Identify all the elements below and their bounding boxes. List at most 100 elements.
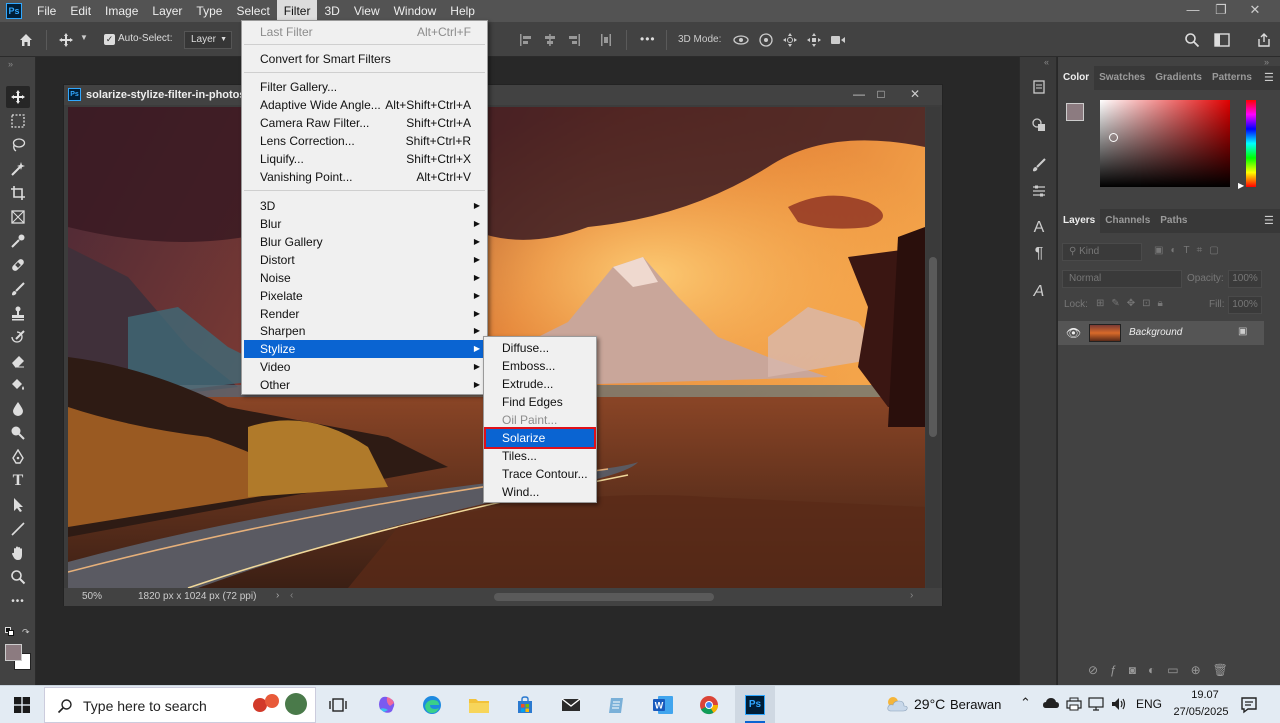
copilot-icon[interactable] [367,686,407,723]
last-filter-item[interactable]: Last Filter Alt+Ctrl+F [244,23,485,41]
share-icon[interactable] [1254,30,1274,50]
printer-icon[interactable] [1066,697,1082,711]
submenu-video[interactable]: Video ▶ [244,358,485,376]
menu-image[interactable]: Image [98,0,145,22]
auto-select-checkbox[interactable]: ✓ [104,34,115,45]
history-panel-icon[interactable] [1029,77,1049,97]
menu-select[interactable]: Select [229,0,276,22]
healing-brush-tool-icon[interactable] [6,254,30,276]
blur-tool-icon[interactable] [6,398,30,420]
eraser-tool-icon[interactable] [6,350,30,372]
history-brush-tool-icon[interactable] [6,326,30,348]
submenu-blur[interactable]: Blur ▶ [244,215,485,233]
vertical-scroll-thumb[interactable] [929,257,937,437]
menu-file[interactable]: File [30,0,63,22]
pan-3d-icon[interactable] [781,31,799,49]
doc-restore-icon[interactable]: □ [870,85,892,105]
slide-3d-icon[interactable] [805,31,823,49]
submenu-pixelate[interactable]: Pixelate ▶ [244,287,485,305]
doc-close-icon[interactable]: ✕ [904,85,926,105]
clock-time[interactable]: 19.07 [1180,689,1230,701]
opacity-input[interactable]: 100% [1228,270,1262,288]
minimize-icon[interactable]: — [1178,0,1208,22]
chrome-icon[interactable] [689,686,729,723]
foreground-color-swatch[interactable] [5,644,22,661]
chevron-down-icon[interactable]: ▼ [80,33,88,42]
submenu-3d[interactable]: 3D ▶ [244,197,485,215]
zoom-level[interactable]: 50% [82,591,102,602]
paint-bucket-tool-icon[interactable] [6,374,30,396]
menu-filter[interactable]: Filter [276,0,318,22]
submenu-other[interactable]: Other ▶ [244,376,485,394]
extrude-item[interactable]: Extrude... [486,375,594,393]
find-edges-item[interactable]: Find Edges [486,393,594,411]
vertical-scrollbar[interactable] [926,107,940,588]
weather-temperature[interactable]: 29°C [914,696,945,712]
submenu-blur-gallery[interactable]: Blur Gallery ▶ [244,233,485,251]
properties-panel-icon[interactable] [1029,115,1049,135]
scroll-left-icon[interactable]: ‹ [290,590,293,601]
oil-paint-item[interactable]: Oil Paint... [486,411,594,429]
brush-tool-icon[interactable] [6,278,30,300]
submenu-noise[interactable]: Noise ▶ [244,269,485,287]
chevron-up-icon[interactable]: ⌃ [1020,695,1031,711]
swap-colors-icon[interactable]: ↷ [22,627,30,638]
layer-kind-filter[interactable]: ⚲ Kind [1062,243,1142,261]
collapse-arrows-icon[interactable]: « [1044,57,1049,67]
more-options-icon[interactable]: ••• [640,32,656,46]
solarize-item[interactable]: Solarize [484,427,596,449]
home-icon[interactable] [16,30,36,50]
frame-tool-icon[interactable] [6,206,30,228]
vanishing-point-item[interactable]: Vanishing Point... Alt+Ctrl+V [244,168,485,186]
network-icon[interactable] [1088,696,1104,712]
clock-date[interactable]: 27/05/2025 [1168,706,1234,718]
adaptive-wide-angle-item[interactable]: Adaptive Wide Angle... Alt+Shift+Ctrl+A [244,96,485,114]
dodge-tool-icon[interactable] [6,422,30,444]
submenu-sharpen[interactable]: Sharpen ▶ [244,322,485,340]
tiles-item[interactable]: Tiles... [486,447,594,465]
search-icon[interactable] [1182,30,1202,50]
glyphs-panel-icon[interactable]: A [1029,283,1049,301]
layer-row[interactable]: 👁︎ Background ▣ [1058,321,1264,345]
submenu-render[interactable]: Render ▶ [244,305,485,323]
convert-smart-filters-item[interactable]: Convert for Smart Filters [244,50,485,68]
liquify-item[interactable]: Liquify... Shift+Ctrl+X [244,150,485,168]
close-icon[interactable]: ✕ [1240,0,1270,22]
hue-slider-handle-icon[interactable]: ▶ [1238,181,1244,190]
color-picker-field[interactable] [1100,100,1230,187]
menu-window[interactable]: Window [387,0,444,22]
panel-menu-icon[interactable]: ☰ [1264,214,1274,227]
paragraph-panel-icon[interactable]: ¶ [1029,245,1049,263]
character-panel-icon[interactable]: A [1029,219,1049,237]
path-selection-tool-icon[interactable] [6,494,30,516]
align-center-icon[interactable] [542,31,558,49]
layer-filter-icons[interactable]: ▣◐T⌗▢ [1154,245,1226,256]
eyedropper-tool-icon[interactable] [6,230,30,252]
tab-color[interactable]: Color [1058,66,1095,90]
move-tool-icon[interactable] [6,86,30,108]
video-camera-icon[interactable] [829,31,847,49]
more-tools-icon[interactable]: ••• [6,590,30,612]
collapse-arrows-icon[interactable]: » [8,59,13,69]
word-icon[interactable]: W [643,686,683,723]
crop-tool-icon[interactable] [6,182,30,204]
tab-layers[interactable]: Layers [1058,209,1101,233]
line-tool-icon[interactable] [6,518,30,540]
tab-channels[interactable]: Channels [1100,209,1155,233]
menu-help[interactable]: Help [443,0,482,22]
hand-tool-icon[interactable] [6,542,30,564]
menu-view[interactable]: View [347,0,387,22]
lock-icons[interactable]: ⊞✎✥⊡🔒︎ [1096,298,1170,309]
panel-menu-icon[interactable]: ☰ [1264,71,1274,84]
scroll-right-icon[interactable]: › [910,590,913,601]
tab-gradients[interactable]: Gradients [1150,66,1207,90]
submenu-distort[interactable]: Distort ▶ [244,251,485,269]
tab-paths[interactable]: Paths [1155,209,1192,233]
photoshop-taskbar-icon[interactable]: Ps [735,686,775,723]
wind-item[interactable]: Wind... [486,483,594,501]
eye-visibility-icon[interactable]: 👁︎ [1066,326,1081,340]
layers-bottom-icons[interactable]: ⊘ƒ◙◐▭⊕🗑︎ [1088,663,1240,677]
language-indicator[interactable]: ENG [1136,697,1162,711]
blend-mode-dropdown[interactable]: Normal [1062,270,1182,288]
windows-start-icon[interactable] [2,686,42,723]
